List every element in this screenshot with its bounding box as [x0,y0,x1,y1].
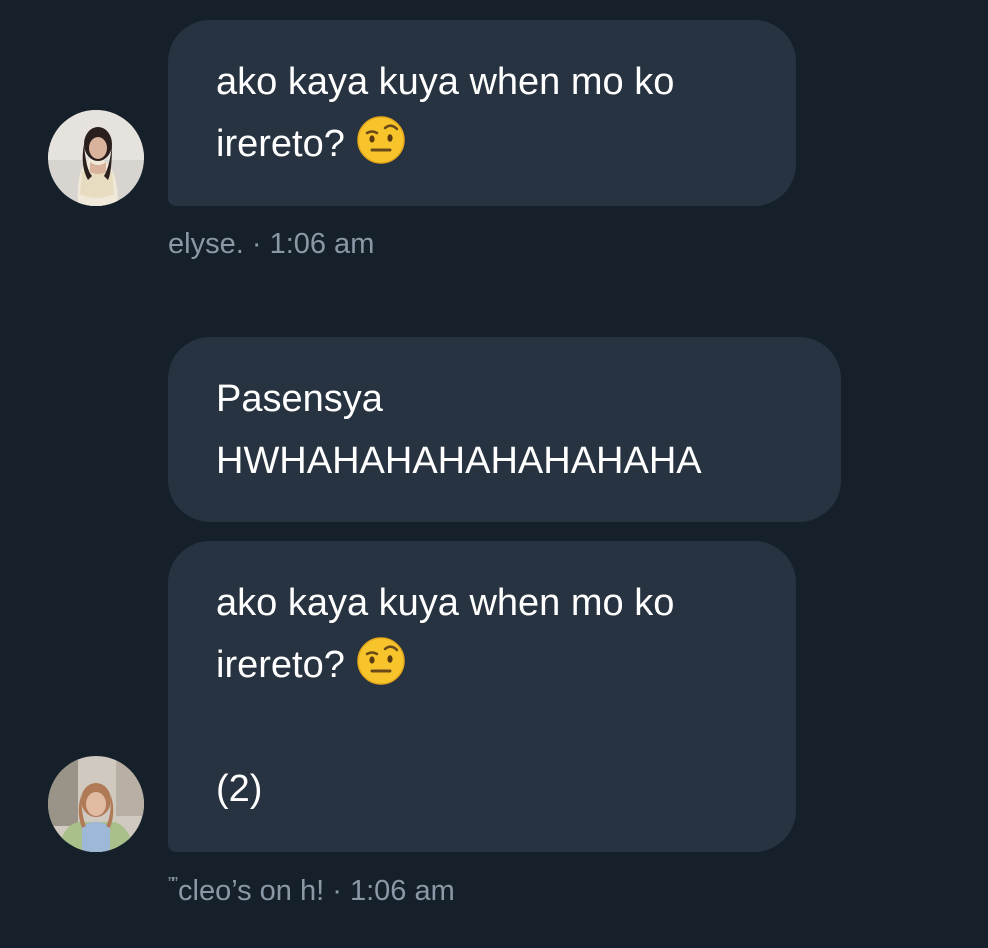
meta-separator: · [332,875,342,907]
message-text: ako kaya kuya when mo ko [216,582,675,624]
message-meta: elyse. · 1:06 am [168,228,374,261]
sender-name[interactable]: cleo’s on h! [178,875,324,907]
profile-photo-icon [48,110,144,206]
message-text: ako kaya kuya when mo ko [216,61,675,103]
sender-name[interactable]: elyse. [168,228,244,260]
message-bubble[interactable]: ako kaya kuya when mo ko irereto? [168,20,796,206]
avatar[interactable] [48,110,144,206]
face-with-raised-eyebrow-icon [357,116,405,164]
quote-mark-icon: ”” [168,874,178,894]
avatar[interactable] [48,756,144,852]
message-text: (2) [216,768,263,810]
message-text [216,696,748,758]
message-bubble[interactable]: ako kaya kuya when mo ko irereto? (2) [168,541,796,852]
message-text: irereto? [216,644,345,686]
message-meta: ””cleo’s on h! · 1:06 am [168,874,455,908]
profile-photo-icon [48,756,144,852]
timestamp: 1:06 am [269,228,375,260]
meta-separator: · [251,228,262,260]
timestamp: 1:06 am [349,875,455,907]
message-text: irereto? [216,123,345,165]
message-text: Pasensya [216,378,383,420]
message-bubble[interactable]: Pasensya HWHAHAHAHAHAHAHAHA [168,337,841,522]
message-text: HWHAHAHAHAHAHAHAHA [216,440,702,482]
face-with-raised-eyebrow-icon [357,637,405,685]
